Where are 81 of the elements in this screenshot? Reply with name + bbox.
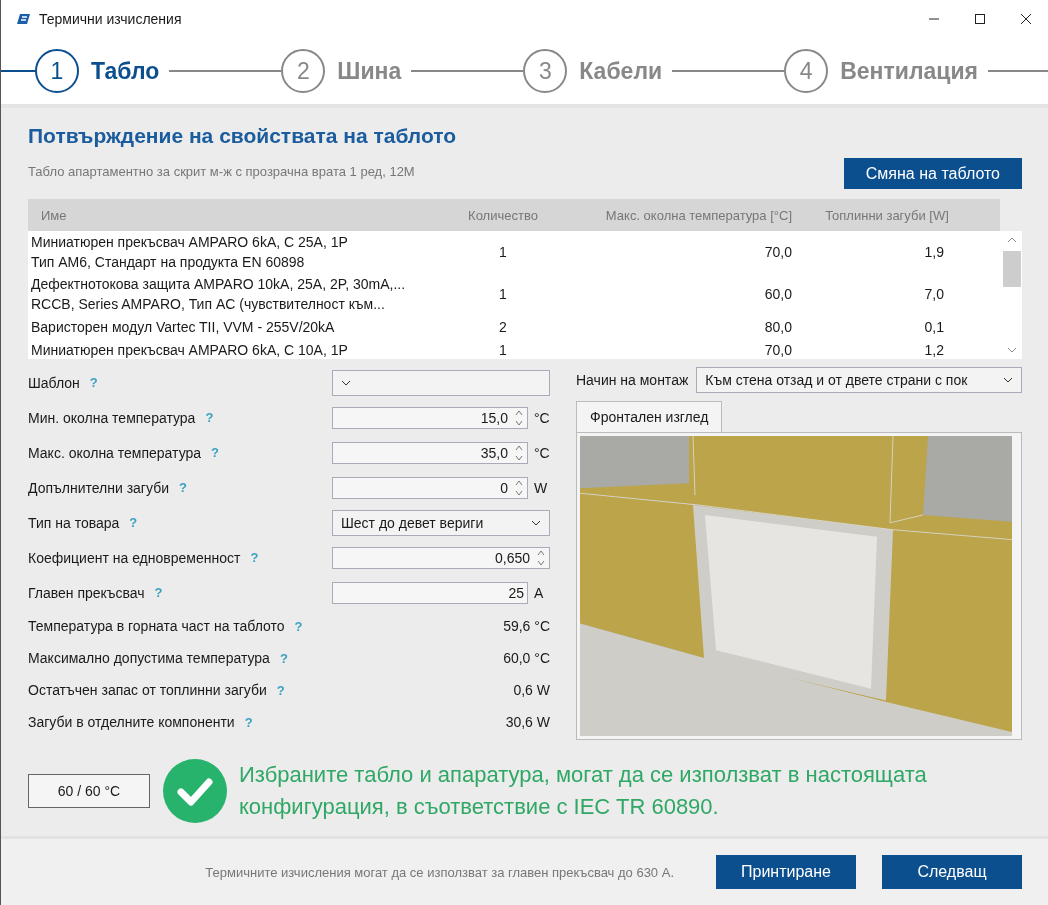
footer-note: Термичните изчисления могат да се използват за главен прекъсвач до 630 A. — [205, 864, 674, 880]
help-icon[interactable]: ? — [250, 550, 259, 565]
column-header: Име — [40, 207, 68, 223]
table-cell-text: 0,1 — [923, 318, 945, 335]
wizard-step[interactable]: 4 Вентилация — [784, 49, 988, 93]
table-cell-text: Дефектнотокова защита AMPARO 10kA, 25A, 2P, 30mA,... RCCB, Series AMPARO, Тип AC (чувствителност към... — [30, 275, 407, 314]
result-message: Избраните табло и апаратура, могат да се използват в настоящата конфигурация, в съответствие с IEC TR 60890. — [239, 761, 928, 821]
field-label: Мин. околна температура — [28, 409, 196, 426]
wizard-step[interactable]: 2 Шина — [281, 49, 412, 93]
field-label: Загуби в отделните компоненти — [28, 714, 235, 730]
table-cell-text: 1 — [498, 341, 508, 358]
help-icon[interactable]: ? — [154, 585, 163, 600]
help-icon[interactable]: ? — [205, 410, 214, 425]
app-icon — [17, 13, 31, 25]
number-field[interactable]: 25 — [332, 581, 528, 604]
column-header: Количество — [467, 207, 539, 223]
computed-value: 59,6 °C — [503, 618, 550, 634]
field-label: Макс. околна температура — [28, 444, 202, 461]
field-label: Тип на товара — [28, 514, 120, 531]
table-cell-text: 1,9 — [923, 244, 945, 260]
close-icon[interactable] — [1020, 13, 1032, 25]
table-cell-text: 80,0 — [763, 318, 793, 335]
caret-icon — [341, 379, 351, 386]
number-field[interactable]: 15,0 — [332, 406, 528, 429]
table-cell-text: 7,0 — [923, 286, 945, 302]
unit-label: W — [534, 479, 549, 496]
field-label: Температура в горната част на таблото — [28, 618, 285, 634]
view-tab[interactable]: Фронтален изглед — [576, 401, 723, 432]
wizard-step[interactable]: 3 Кабели — [523, 49, 673, 93]
help-icon[interactable]: ? — [244, 714, 253, 730]
table-cell-text: 1 — [498, 244, 508, 260]
number-field[interactable]: 35,0 — [332, 441, 528, 464]
help-icon[interactable]: ? — [129, 515, 138, 530]
dropdown[interactable] — [332, 369, 550, 396]
table-cell-text: 70,0 — [763, 244, 793, 260]
field-label: Допълнителни загуби — [28, 479, 169, 496]
cabinet-description: Табло апартаментно за скрит м-ж с прозрачна врата 1 ред, 12M — [28, 164, 415, 179]
table-cell-text: Миниатюрен прекъсвач AMPARO 6kA, C 10A, 1P — [30, 340, 349, 359]
table-cell-text: 70,0 — [763, 341, 793, 358]
computed-value: 0,6 W — [513, 682, 550, 698]
help-icon[interactable]: ? — [294, 618, 303, 634]
help-icon[interactable]: ? — [179, 480, 187, 495]
help-icon[interactable]: ? — [279, 650, 288, 666]
maximize-icon[interactable] — [974, 13, 986, 25]
help-icon[interactable]: ? — [211, 445, 220, 460]
mounting-label: Начин на монтаж — [576, 372, 689, 388]
table-cell-text: Миниатюрен прекъсвач AMPARO 6kA, C 25A, 1P Тип АМ6, Стандарт на продукта EN 60898 — [30, 233, 349, 272]
field-label: Максимално допустима температура — [28, 650, 270, 666]
number-field[interactable]: 0,650 — [332, 546, 550, 569]
column-header: Макс. околна температура [°C] — [604, 207, 793, 223]
field-label: Остатъчен запас от топлинни загуби — [28, 682, 267, 698]
table-cell-text: Варисторен модул Vartec TII, VVM - 255V/20kA — [30, 317, 336, 337]
unit-label: °C — [534, 444, 550, 461]
number-field[interactable]: 0 — [332, 476, 528, 499]
help-icon[interactable]: ? — [276, 682, 285, 698]
column-header: Топлинни загуби [W] — [824, 207, 950, 223]
table-cell-text: 1 — [498, 286, 508, 302]
computed-value: 60,0 °C — [503, 650, 550, 666]
temperature-reading: 60 / 60 °C — [28, 774, 150, 808]
scroll-up-icon[interactable] — [1007, 237, 1017, 243]
table-cell-text: 1,2 — [923, 341, 945, 358]
dropdown[interactable]: Шест до девет вериги — [332, 509, 550, 536]
computed-value: 30,6 W — [505, 714, 550, 730]
mounting-dropdown[interactable]: Към стена отзад и от двете страни с пок — [696, 367, 1022, 393]
wizard-step[interactable]: 1 Табло — [35, 49, 170, 93]
caret-icon — [531, 519, 541, 526]
unit-label: A — [534, 584, 545, 601]
window-title: Термични изчисления — [39, 11, 182, 27]
footer-button[interactable]: Следващ — [882, 855, 1022, 889]
table-cell-text: 2 — [498, 318, 508, 335]
footer-button[interactable]: Принтиране — [716, 855, 856, 889]
scroll-down-icon[interactable] — [1007, 347, 1017, 353]
table-cell-text: 60,0 — [763, 286, 793, 302]
page-heading: Потвърждение на свойствата на таблото — [28, 124, 458, 148]
field-label: Шаблон — [28, 374, 80, 391]
unit-label: °C — [534, 409, 550, 426]
help-icon[interactable]: ? — [89, 375, 98, 390]
field-label: Коефициент на едновременност — [28, 549, 241, 566]
change-cabinet-button[interactable]: Смяна на таблото — [843, 158, 1022, 189]
caret-icon — [1003, 377, 1013, 383]
field-label: Главен прекъсвач — [28, 584, 145, 601]
